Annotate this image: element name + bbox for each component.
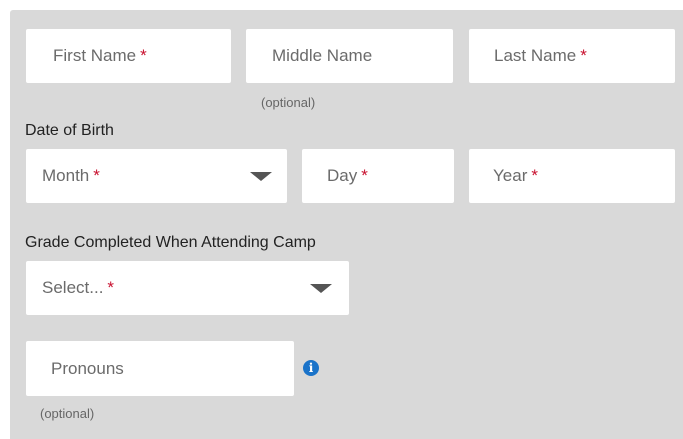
chevron-down-icon	[250, 172, 272, 181]
last-name-placeholder: Last Name	[494, 46, 577, 65]
last-name-field[interactable]: Last Name *	[469, 29, 675, 83]
middle-name-optional-hint: (optional)	[261, 95, 316, 110]
info-icon[interactable]: i	[303, 360, 319, 376]
day-placeholder: Day	[327, 166, 358, 185]
required-marker: *	[140, 46, 147, 65]
registration-form-panel: First Name * Middle Name Last Name * (opti…	[10, 10, 683, 439]
date-of-birth-label: Date of Birth	[25, 122, 114, 139]
required-marker: *	[107, 278, 115, 297]
year-field[interactable]: Year *	[469, 149, 675, 203]
grade-select[interactable]: Select... *	[26, 261, 349, 315]
pronouns-placeholder: Pronouns	[51, 358, 124, 378]
year-placeholder: Year	[493, 166, 528, 185]
chevron-down-icon	[310, 284, 332, 293]
month-select[interactable]: Month *	[26, 149, 287, 203]
month-placeholder: Month	[42, 166, 90, 185]
required-marker: *	[531, 166, 538, 185]
grade-select-placeholder: Select...	[42, 278, 104, 297]
required-marker: *	[580, 46, 587, 65]
required-marker: *	[361, 166, 368, 185]
first-name-field[interactable]: First Name *	[26, 29, 231, 83]
middle-name-placeholder: Middle Name	[272, 46, 373, 65]
pronouns-optional-hint: (optional)	[40, 406, 95, 421]
middle-name-field[interactable]: Middle Name	[246, 29, 453, 83]
first-name-placeholder: First Name	[53, 46, 137, 65]
day-field[interactable]: Day *	[302, 149, 454, 203]
grade-label: Grade Completed When Attending Camp	[25, 234, 316, 251]
pronouns-field[interactable]: Pronouns	[26, 341, 294, 396]
required-marker: *	[93, 166, 100, 185]
